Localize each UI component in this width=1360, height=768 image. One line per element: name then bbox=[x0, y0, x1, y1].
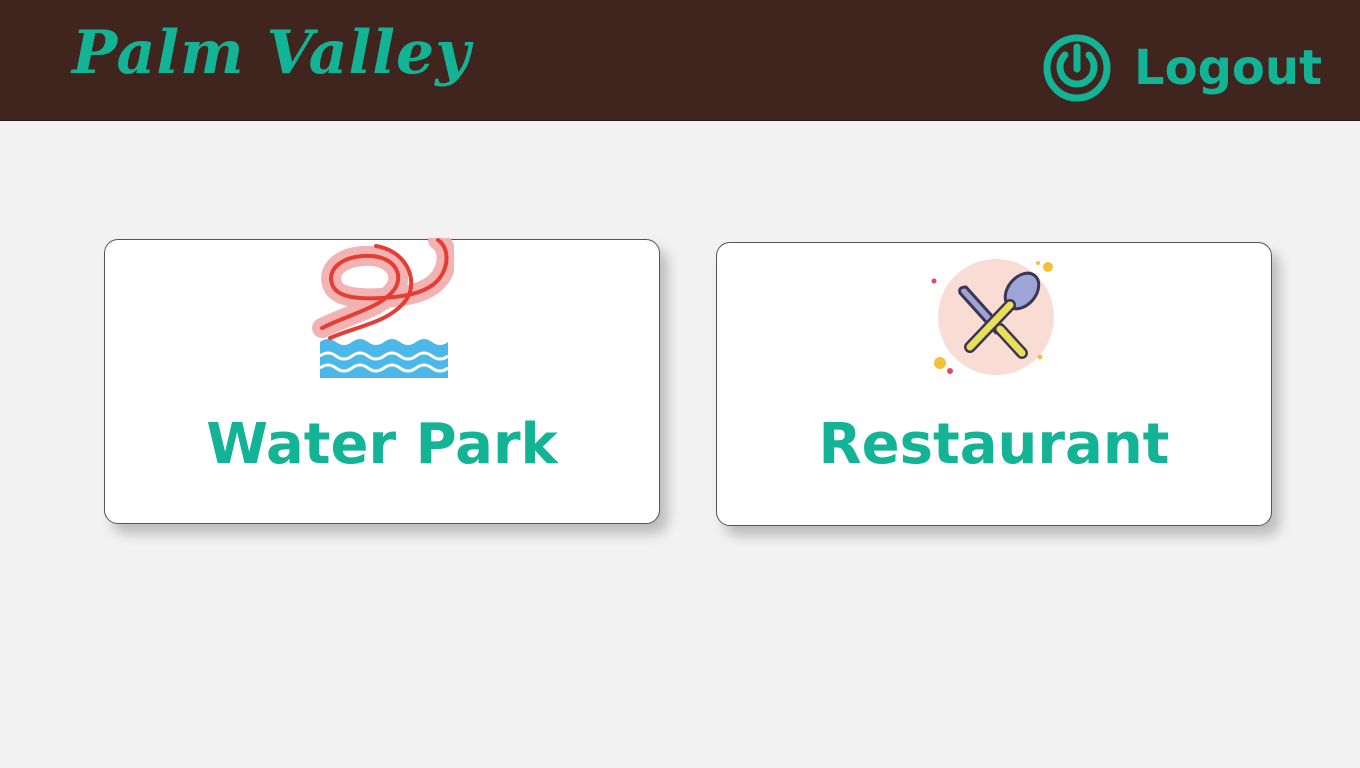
app-header: Palm Valley Logout bbox=[0, 0, 1360, 121]
logout-label: Logout bbox=[1134, 40, 1323, 96]
water-slide-icon bbox=[312, 238, 454, 378]
knife-spoon-icon bbox=[931, 259, 1054, 375]
water-park-card[interactable]: Water Park bbox=[104, 238, 660, 524]
logout-button[interactable]: Logout bbox=[1042, 32, 1322, 104]
restaurant-card[interactable]: Restaurant bbox=[716, 242, 1272, 526]
restaurant-label: Restaurant bbox=[818, 412, 1170, 477]
brand-title: Palm Valley bbox=[72, 18, 472, 88]
water-park-label: Water Park bbox=[206, 412, 558, 477]
power-icon bbox=[1043, 34, 1111, 102]
